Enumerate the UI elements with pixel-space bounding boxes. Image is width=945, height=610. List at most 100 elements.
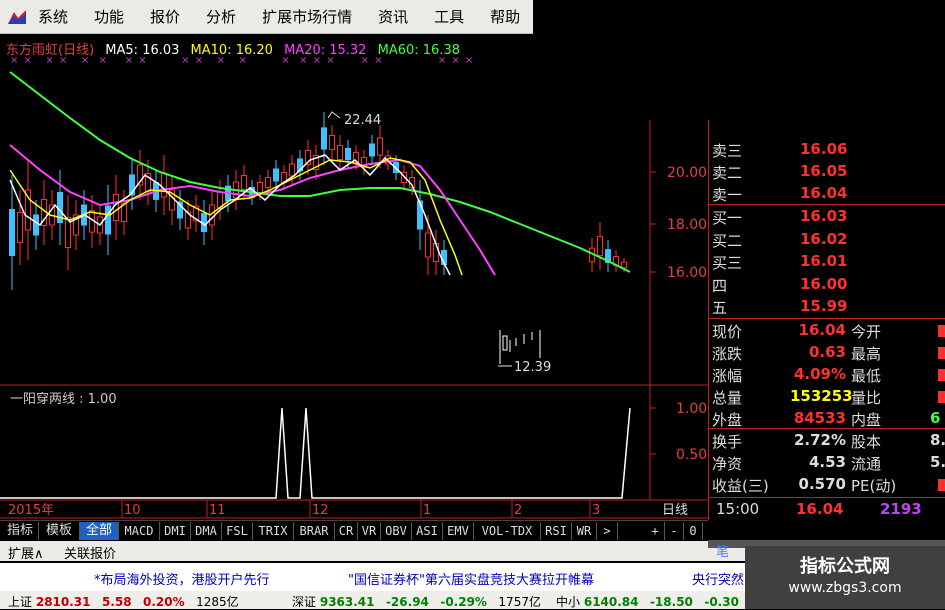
app-logo-icon xyxy=(8,10,26,24)
candle-body xyxy=(265,177,271,188)
asks-label-2: 卖一 xyxy=(712,186,743,204)
zoom-in-button[interactable]: + xyxy=(646,522,665,540)
candle-body xyxy=(17,212,23,243)
menu-quote[interactable]: 报价 xyxy=(150,6,180,27)
menu-tools[interactable]: 工具 xyxy=(434,6,464,27)
bids-price-0[interactable]: 16.03 xyxy=(800,207,847,225)
tab-asi[interactable]: ASI xyxy=(412,522,443,540)
tab-dma[interactable]: DMA xyxy=(191,522,222,540)
quote-separator xyxy=(708,204,945,205)
tab-cr[interactable]: CR xyxy=(335,522,358,540)
candle-body xyxy=(33,214,39,236)
expand-button[interactable]: 扩展∧ xyxy=(8,543,44,562)
kline-chart[interactable]: 22.44 12.39 20.00 18.00 16.00 1.00 0.50 … xyxy=(0,60,708,520)
candle-body xyxy=(425,232,431,258)
news-item-3[interactable]: 央行突然 xyxy=(692,569,744,588)
bids-price-3[interactable]: 16.00 xyxy=(800,275,847,293)
stat-label2-0: 今开 xyxy=(851,323,882,341)
tab-more-arrow[interactable]: > xyxy=(597,522,618,540)
index-sh[interactable]: 上证 2810.31 5.58 0.20% 1285亿 xyxy=(8,593,239,610)
stat-label2-4: 内盘 xyxy=(851,411,882,429)
stat-value-6: 4.53 xyxy=(808,453,846,471)
tab-brar[interactable]: BRAR xyxy=(294,522,335,540)
reset-button[interactable]: 0 xyxy=(684,522,703,540)
candle-body xyxy=(241,175,247,190)
tab-indicator[interactable]: 指标 xyxy=(2,522,39,540)
news-item-2[interactable]: "国信证券杯"第六届实盘竞技大赛拉开帷幕 xyxy=(348,569,594,588)
candle-body xyxy=(113,194,119,221)
stat-value-5: 2.72% xyxy=(793,431,846,449)
tab-all[interactable]: 全部 xyxy=(80,522,119,540)
menu-analysis[interactable]: 分析 xyxy=(206,6,236,27)
high-label: 22.44 xyxy=(344,113,381,128)
bids-label-2: 买三 xyxy=(712,254,743,272)
stat-label-5: 换手 xyxy=(712,433,743,451)
bids-price-4[interactable]: 15.99 xyxy=(800,297,847,315)
candle-body xyxy=(9,209,15,256)
candle-body xyxy=(289,163,295,177)
menu-extended-market[interactable]: 扩展市场行情 xyxy=(262,6,352,27)
stat-label-0: 现价 xyxy=(712,323,743,341)
stat-label-2: 涨幅 xyxy=(712,367,743,385)
index-zx-pct: -0.30 xyxy=(704,595,739,609)
stat-label2-2: 最低 xyxy=(851,367,882,385)
menu-help[interactable]: 帮助 xyxy=(490,6,520,27)
tab-macd[interactable]: MACD xyxy=(119,522,160,540)
tab-vr[interactable]: VR xyxy=(358,522,381,540)
menu-function[interactable]: 功能 xyxy=(94,6,124,27)
period-label: 日线 xyxy=(662,503,688,518)
tab-wr[interactable]: WR xyxy=(572,522,597,540)
asks-price-2[interactable]: 16.04 xyxy=(800,184,847,202)
tab-rsi[interactable]: RSI xyxy=(541,522,572,540)
menu-bar: 系统 功能 报价 分析 扩展市场行情 资讯 工具 帮助 xyxy=(0,0,533,34)
tab-vol-tdx[interactable]: VOL-TDX xyxy=(474,522,541,540)
date-2: 2 xyxy=(514,503,522,518)
tab-emv[interactable]: EMV xyxy=(443,522,474,540)
tick-detail-tab[interactable]: 笔 xyxy=(716,541,729,560)
index-zx-name: 中小 xyxy=(556,595,581,609)
index-sh-pct: 0.20% xyxy=(143,595,185,609)
date-11: 11 xyxy=(209,503,226,518)
menu-info[interactable]: 资讯 xyxy=(378,6,408,27)
price-tick-16: 16.00 xyxy=(667,265,707,281)
bids-price-1[interactable]: 16.02 xyxy=(800,230,847,248)
related-quote-button[interactable]: 关联报价 xyxy=(64,543,116,562)
candle-body xyxy=(345,147,351,161)
candle-body xyxy=(257,182,263,193)
stat-label-3: 总量 xyxy=(712,389,743,407)
zoom-out-button[interactable]: - xyxy=(665,522,684,540)
stat-value2-clipped-0 xyxy=(938,325,945,337)
bids-price-2[interactable]: 16.01 xyxy=(800,252,847,270)
tick-time: 15:00 xyxy=(716,500,760,518)
stat-label2-6: 流通 xyxy=(851,455,882,473)
asks-price-1[interactable]: 16.05 xyxy=(800,162,847,180)
index-sz[interactable]: 深证 9363.41 -26.94 -0.29% 1757亿 xyxy=(292,593,541,610)
stat-value-3: 153253 xyxy=(790,387,853,405)
asks-price-0[interactable]: 16.06 xyxy=(800,140,847,158)
tab-fsl[interactable]: FSL xyxy=(222,522,253,540)
stat-label2-5: 股本 xyxy=(851,433,882,451)
index-sz-name: 深证 xyxy=(292,595,317,609)
bids-label-1: 买二 xyxy=(712,231,743,250)
stat-label-7: 收益(三) xyxy=(712,477,769,495)
stat-value2-6: 5. xyxy=(930,453,945,471)
stat-label2-3: 量比 xyxy=(851,389,882,407)
menu-system[interactable]: 系统 xyxy=(38,6,68,27)
index-zx[interactable]: 中小 6140.84 -18.50 -0.30 xyxy=(556,593,739,610)
date-12: 12 xyxy=(312,503,329,518)
stat-value2-clipped-1 xyxy=(938,347,945,359)
ma60-line xyxy=(9,71,631,273)
index-sh-chg: 5.58 xyxy=(101,595,132,609)
index-sh-amt: 1285亿 xyxy=(196,595,239,609)
index-sh-val: 2810.31 xyxy=(35,595,91,609)
candle-body xyxy=(273,168,279,182)
tab-template[interactable]: 模板 xyxy=(39,522,80,540)
tab-trix[interactable]: TRIX xyxy=(253,522,294,540)
news-item-1[interactable]: *布局海外投资，港股开户先行 xyxy=(94,569,270,588)
stat-value2-clipped-2 xyxy=(938,369,945,381)
ind-tick-05: 0.50 xyxy=(676,447,707,463)
quote-separator-4 xyxy=(708,497,945,498)
tab-dmi[interactable]: DMI xyxy=(160,522,191,540)
bids-label-3: 四 xyxy=(712,276,728,295)
tab-obv[interactable]: OBV xyxy=(381,522,412,540)
